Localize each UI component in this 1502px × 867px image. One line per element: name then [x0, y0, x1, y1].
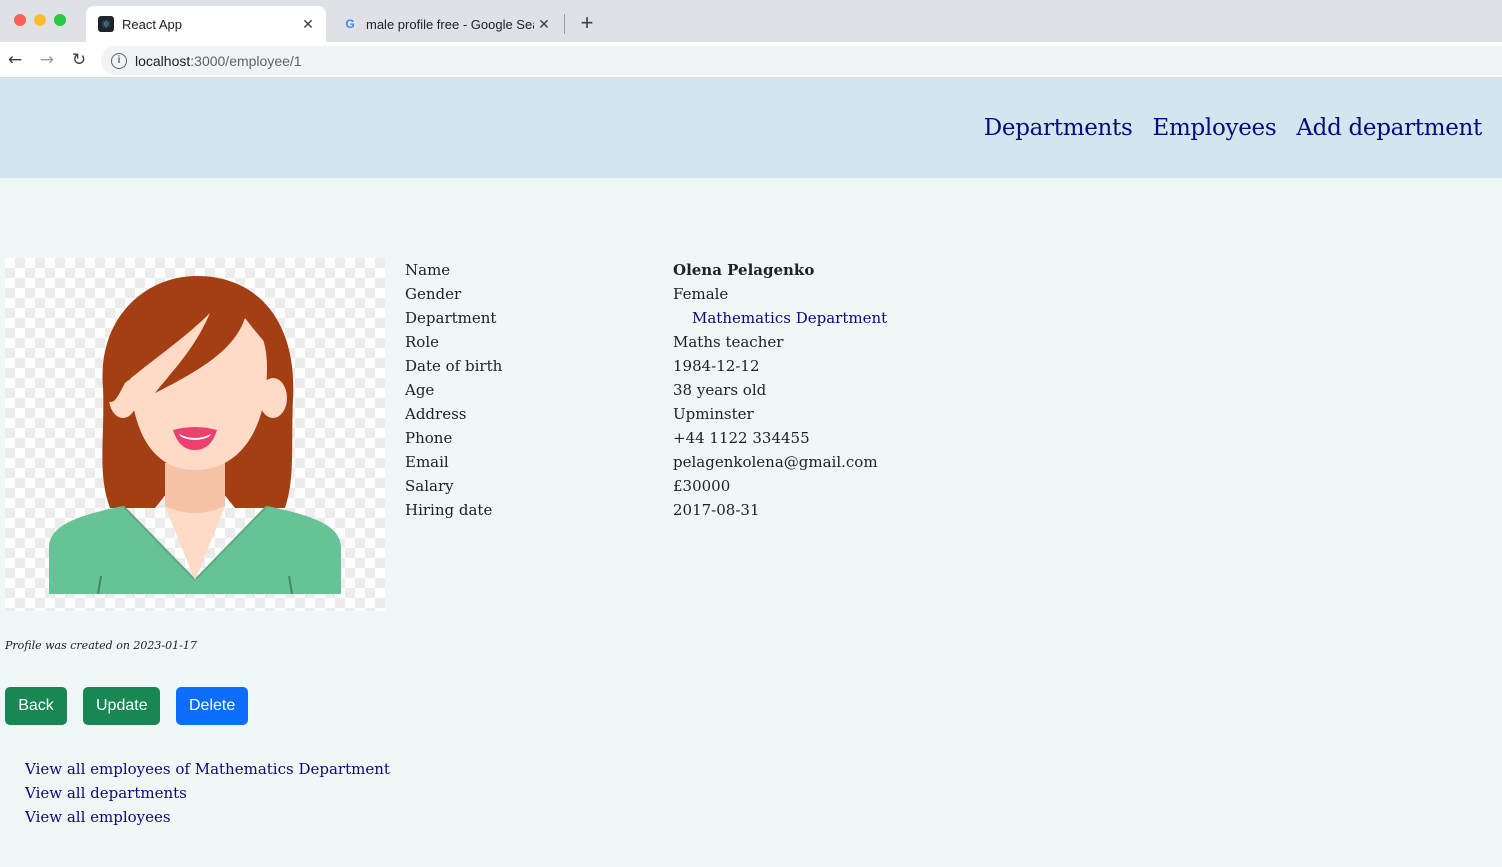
detail-value: 1984-12-12: [673, 357, 760, 375]
detail-value: 2017-08-31: [673, 501, 760, 519]
detail-row-role: Role Maths teacher: [405, 330, 1005, 354]
detail-value: Upminster: [673, 405, 754, 423]
footer-links: View all employees of Mathematics Depart…: [25, 757, 390, 829]
back-button[interactable]: Back: [5, 687, 67, 725]
close-tab-icon[interactable]: ✕: [298, 16, 318, 33]
detail-value: Maths teacher: [673, 333, 784, 351]
detail-label: Salary: [405, 477, 454, 495]
close-tab-icon[interactable]: ✕: [534, 16, 554, 33]
detail-label: Age: [405, 381, 435, 399]
close-window-button[interactable]: [14, 14, 26, 26]
update-button[interactable]: Update: [83, 687, 160, 725]
forward-arrow-icon[interactable]: →: [35, 48, 59, 72]
detail-value: +44 1122 334455: [673, 429, 810, 447]
back-arrow-icon[interactable]: ←: [3, 48, 27, 72]
detail-label: Gender: [405, 285, 462, 303]
tab-separator: [564, 14, 565, 34]
detail-label: Phone: [405, 429, 453, 447]
detail-row-date-of-birth: Date of birth 1984-12-12: [405, 354, 1005, 378]
reload-icon[interactable]: ↻: [67, 48, 91, 72]
info-icon[interactable]: i: [111, 52, 127, 69]
detail-label: Hiring date: [405, 501, 493, 519]
url-path: :3000/employee/1: [190, 52, 302, 69]
detail-label: Role: [405, 333, 439, 351]
detail-row-salary: Salary £30000: [405, 474, 1005, 498]
view-department-employees-link[interactable]: View all employees of Mathematics Depart…: [25, 757, 390, 781]
profile-avatar: [5, 258, 385, 611]
react-icon: ⚛: [98, 16, 114, 32]
maximize-window-button[interactable]: [54, 14, 66, 26]
nav-add-department-link[interactable]: Add department: [1296, 115, 1482, 141]
main-nav: Departments Employees Add department: [984, 78, 1483, 178]
tab-title: React App: [122, 16, 182, 32]
view-all-departments-link[interactable]: View all departments: [25, 781, 390, 805]
detail-label: Email: [405, 453, 449, 471]
delete-button[interactable]: Delete: [176, 687, 248, 725]
detail-label: Date of birth: [405, 357, 503, 375]
detail-label: Address: [405, 405, 467, 423]
profile-details: Name Olena Pelagenko Gender Female Depar…: [405, 258, 1005, 522]
browser-tab-bar: ⚛ React App ✕ G male profile free - Goog…: [0, 0, 1502, 42]
url-input[interactable]: i localhost:3000/employee/1: [101, 46, 1502, 75]
detail-value: Female: [673, 285, 729, 303]
url-text: localhost:3000/employee/1: [135, 53, 302, 69]
department-link[interactable]: Mathematics Department: [692, 309, 887, 327]
tab-google-search[interactable]: G male profile free - Google Search ✕: [330, 6, 562, 42]
google-icon: G: [345, 17, 355, 31]
address-bar: ← → ↻ i localhost:3000/employee/1: [0, 42, 1502, 78]
detail-row-department: Department Mathematics Department: [405, 306, 1005, 330]
detail-value: £30000: [673, 477, 731, 495]
detail-row-address: Address Upminster: [405, 402, 1005, 426]
female-avatar-illustration: [49, 276, 341, 595]
detail-label: Department: [405, 309, 497, 327]
app-header: Departments Employees Add department: [0, 78, 1502, 178]
detail-row-age: Age 38 years old: [405, 378, 1005, 402]
detail-label: Name: [405, 261, 451, 279]
detail-row-hiring-date: Hiring date 2017-08-31: [405, 498, 1005, 522]
minimize-window-button[interactable]: [34, 14, 46, 26]
url-host: localhost: [135, 52, 191, 69]
detail-row-phone: Phone +44 1122 334455: [405, 426, 1005, 450]
detail-row-email: Email pelagenkolena@gmail.com: [405, 450, 1005, 474]
tab-title: male profile free - Google Search: [366, 16, 534, 32]
detail-value: pelagenkolena@gmail.com: [673, 453, 878, 471]
detail-row-name: Name Olena Pelagenko: [405, 258, 1005, 282]
nav-employees-link[interactable]: Employees: [1152, 115, 1276, 141]
tab-react-app[interactable]: ⚛ React App ✕: [86, 6, 326, 42]
view-all-employees-link[interactable]: View all employees: [25, 805, 390, 829]
nav-departments-link[interactable]: Departments: [984, 115, 1133, 141]
detail-row-gender: Gender Female: [405, 282, 1005, 306]
detail-value: 38 years old: [673, 381, 767, 399]
detail-value: Olena Pelagenko: [673, 261, 815, 279]
new-tab-button[interactable]: +: [576, 10, 598, 36]
profile-created-note: Profile was created on 2023-01-17: [5, 639, 197, 652]
